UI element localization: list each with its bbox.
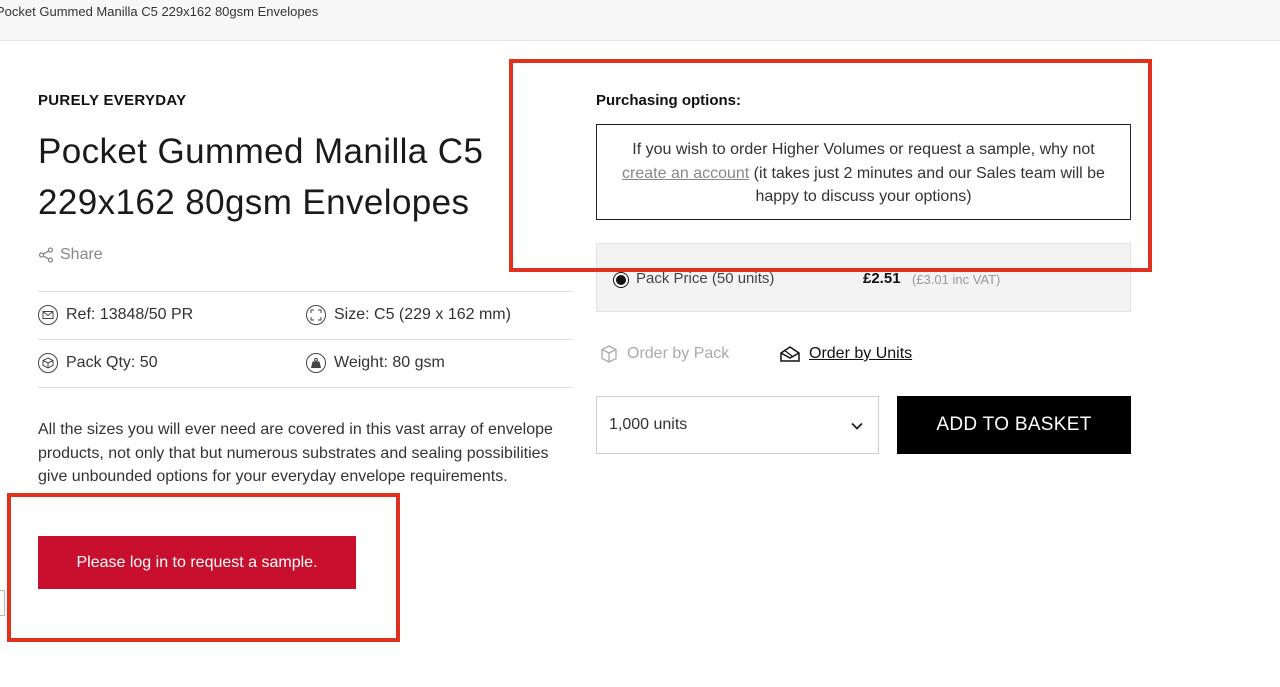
spec-divider-bottom	[38, 387, 572, 388]
order-by-units-option[interactable]: Order by Units	[779, 344, 912, 364]
chevron-down-icon	[851, 422, 863, 430]
spec-pack-qty: Pack Qty: 50	[38, 353, 158, 373]
request-sample-button[interactable]: Please log in to request a sample.	[38, 536, 356, 589]
spec-divider-middle	[38, 339, 572, 340]
share-icon	[38, 247, 54, 263]
tab-title[interactable]: Pocket Gummed Manilla C5 229x162 80gsm E…	[0, 4, 318, 19]
share-label: Share	[60, 246, 103, 263]
weight-icon	[306, 353, 326, 373]
create-account-link[interactable]: create an account	[622, 165, 749, 182]
spec-pack-qty-text: Pack Qty: 50	[66, 354, 158, 371]
spec-divider-top	[38, 291, 572, 292]
order-by-pack-option[interactable]: Order by Pack	[599, 344, 729, 364]
browser-tab-bar: Pocket Gummed Manilla C5 229x162 80gsm E…	[0, 0, 1280, 41]
purchasing-info-box: If you wish to order Higher Volumes or r…	[596, 124, 1131, 220]
product-description: All the sizes you will ever need are cov…	[38, 421, 553, 485]
spec-weight-text: Weight: 80 gsm	[334, 354, 445, 371]
spec-size-text: Size: C5 (229 x 162 mm)	[334, 306, 511, 323]
spec-weight: Weight: 80 gsm	[306, 353, 445, 373]
purchasing-info-text-before: If you wish to order Higher Volumes or r…	[632, 141, 1095, 158]
add-to-basket-button[interactable]: ADD TO BASKET	[897, 396, 1131, 454]
order-by-units-label: Order by Units	[809, 345, 913, 362]
purchasing-options-label: Purchasing options:	[596, 92, 742, 109]
spec-ref: Ref: 13848/50 PR	[38, 305, 193, 325]
box-icon	[38, 353, 58, 373]
quantity-select[interactable]: 1,000 units	[596, 396, 879, 454]
expand-icon	[306, 305, 326, 325]
order-by-pack-label: Order by Pack	[627, 345, 730, 362]
envelope-icon	[38, 305, 58, 325]
spec-ref-text: Ref: 13848/50 PR	[66, 306, 194, 323]
share-link[interactable]: Share	[38, 246, 103, 264]
package-icon	[601, 345, 617, 363]
envelopes-icon	[780, 346, 800, 362]
pack-price-value: £2.51	[863, 270, 901, 287]
edge-handle	[0, 590, 5, 616]
quantity-select-value: 1,000 units	[609, 416, 688, 433]
brand-name: PURELY EVERYDAY	[38, 92, 187, 109]
pack-price-label: Pack Price (50 units)	[636, 270, 775, 287]
purchasing-info-text-after: (it takes just 2 minutes and our Sales t…	[749, 164, 1105, 206]
pack-price-vat: (£3.01 inc VAT)	[912, 272, 1001, 287]
product-title: Pocket Gummed Manilla C5 229x162 80gsm E…	[38, 132, 484, 222]
pack-price-radio[interactable]	[613, 272, 629, 288]
spec-size: Size: C5 (229 x 162 mm)	[306, 305, 511, 325]
